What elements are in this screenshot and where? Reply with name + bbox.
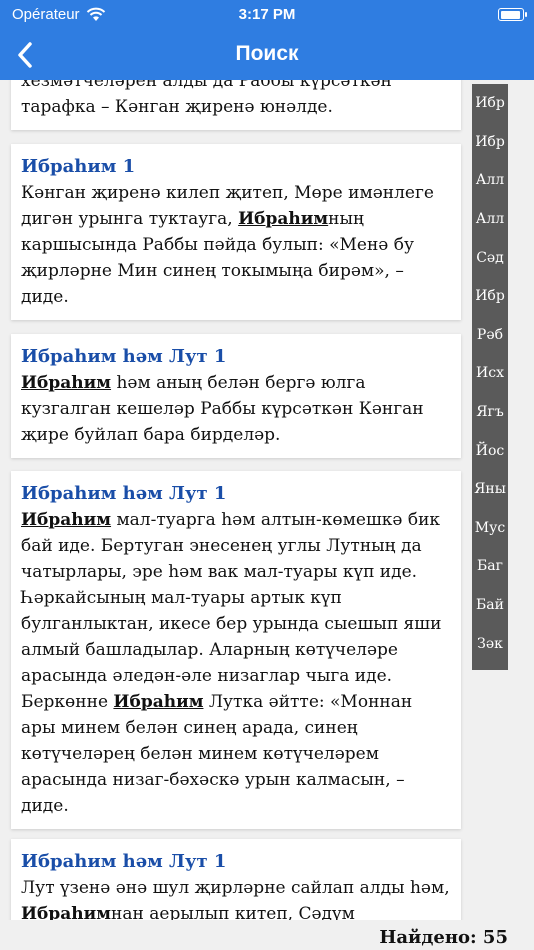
index-item[interactable]: Баг <box>472 547 508 586</box>
results-count: Найдено: 55 <box>379 927 508 948</box>
index-item[interactable]: Исх <box>472 354 508 393</box>
status-bar: Opérateur 3:17 PM <box>0 0 534 30</box>
result-card[interactable]: Ибраһим 1 Кәнган җиренә килеп җитеп, Мөр… <box>11 144 461 320</box>
result-heading: Ибраһим һәм Лут 1 <box>21 483 227 504</box>
index-item[interactable]: Алл <box>472 200 508 239</box>
search-highlight: Ибраһим <box>21 904 112 920</box>
index-item[interactable]: Йос <box>472 431 508 470</box>
index-item[interactable]: Мус <box>472 509 508 548</box>
results-list[interactable]: хезмәтчеләрен алды да Раббы күрсәткән та… <box>0 80 472 920</box>
result-heading: Ибраһим һәм Лут 1 <box>21 851 227 872</box>
result-text: Ибраһим мал-туарга һәм алтын-көмешкә бик… <box>21 510 442 816</box>
page-title: Поиск <box>235 42 299 65</box>
search-highlight: Ибраһим <box>113 692 204 712</box>
result-heading: Ибраһим 1 <box>21 156 136 177</box>
index-item[interactable]: Алл <box>472 161 508 200</box>
index-item[interactable]: Зәк <box>472 624 508 663</box>
search-highlight: Ибраһим <box>21 510 112 530</box>
index-item[interactable]: Ягъ <box>472 393 508 432</box>
battery-icon <box>498 8 527 21</box>
result-text: Ибраһим һәм аның белән бергә юлга кузгал… <box>21 373 424 445</box>
search-highlight: Ибраһим <box>21 373 112 393</box>
result-card[interactable]: хезмәтчеләрен алды да Раббы күрсәткән та… <box>11 80 461 130</box>
index-item[interactable]: Ибр <box>472 84 508 123</box>
index-item[interactable]: Ибр <box>472 277 508 316</box>
index-item[interactable]: Сәд <box>472 238 508 277</box>
index-item[interactable]: Бай <box>472 586 508 625</box>
search-highlight: Ибраһим <box>238 209 329 229</box>
section-index[interactable]: Ибр Ибр Алл Алл Сәд Ибр Рәб Исх Ягъ Йос … <box>472 84 508 670</box>
clock: 3:17 PM <box>238 6 296 23</box>
result-text: хезмәтчеләрен алды да Раббы күрсәткән та… <box>21 80 392 117</box>
result-text: Кәнган җиренә килеп җитеп, Мөре имәнлеге… <box>21 183 434 307</box>
index-item[interactable]: Яны <box>472 470 508 509</box>
index-item[interactable]: Рәб <box>472 316 508 355</box>
result-text: Лут үзенә әнә шул җирләрне сайлап алды һ… <box>21 875 451 920</box>
result-card[interactable]: Ибраһим һәм Лут 1 Ибраһим мал-туарга һәм… <box>11 471 461 829</box>
nav-bar: Поиск <box>0 30 534 80</box>
result-card[interactable]: Ибраһим һәм Лут 1 Лут үзенә әнә шул җирл… <box>11 839 461 920</box>
result-heading: Ибраһим һәм Лут 1 <box>21 346 227 367</box>
index-item[interactable]: Ибр <box>472 123 508 162</box>
result-card[interactable]: Ибраһим һәм Лут 1 Ибраһим һәм аның белән… <box>11 334 461 458</box>
